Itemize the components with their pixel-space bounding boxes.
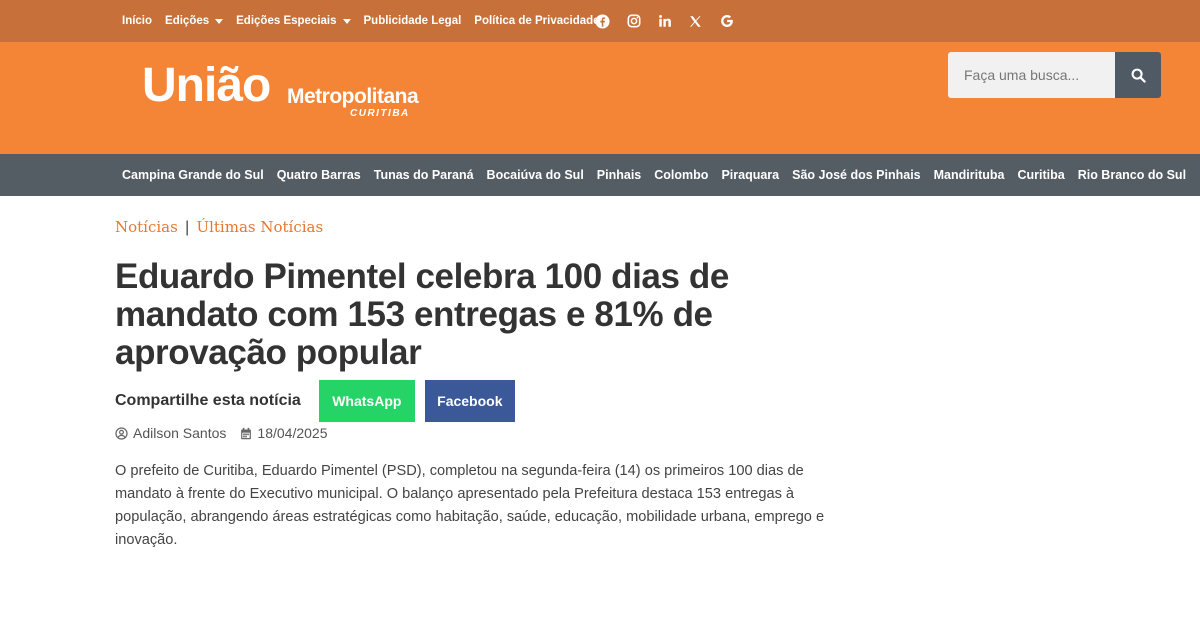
topnav-item-label: Política de Privacidade — [474, 15, 600, 27]
chevron-down-icon — [215, 18, 224, 24]
topnav-item-politica-privacidade[interactable]: Política de Privacidade — [474, 15, 599, 27]
city-nav-item[interactable]: Mandirituba — [934, 168, 1005, 182]
facebook-icon[interactable] — [595, 13, 610, 29]
search-input[interactable] — [948, 52, 1115, 98]
city-nav-list: Campina Grande do Sul Quatro Barras Tuna… — [122, 154, 1199, 196]
top-bar: Início Edições Edições Especiais Publici… — [0, 0, 1200, 42]
article-date: 18/04/2025 — [257, 425, 328, 441]
breadcrumb-link-ultimas-noticias[interactable]: Últimas Notícias — [196, 218, 323, 236]
logo-main-text: União — [142, 59, 271, 112]
search-button[interactable] — [1115, 52, 1161, 98]
chevron-down-icon — [342, 18, 351, 24]
instagram-icon[interactable] — [626, 14, 641, 29]
top-nav: Início Edições Edições Especiais Publici… — [122, 0, 613, 42]
facebook-share-button[interactable]: Facebook — [424, 380, 515, 422]
logo-sub-text: Metropolitana — [287, 85, 419, 108]
search-icon — [1131, 68, 1146, 83]
city-nav: Campina Grande do Sul Quatro Barras Tuna… — [0, 154, 1200, 196]
city-nav-item[interactable]: Colombo — [654, 168, 708, 182]
article-title: Eduardo Pimentel celebra 100 dias de man… — [115, 257, 729, 372]
breadcrumb: Notícias | Últimas Notícias — [115, 218, 323, 236]
article-body: O prefeito de Curitiba, Eduardo Pimentel… — [115, 463, 825, 548]
breadcrumb-link-noticias[interactable]: Notícias — [115, 218, 178, 236]
logo-city-text: CURITIBA — [350, 108, 410, 119]
site-header: União Metropolitana CURITIBA — [0, 42, 1200, 154]
city-nav-item[interactable]: Pinhais — [597, 168, 641, 182]
search-form — [948, 52, 1161, 98]
social-links — [595, 0, 750, 42]
breadcrumb-separator: | — [184, 218, 190, 236]
city-nav-item[interactable]: Curitiba — [1017, 168, 1064, 182]
topnav-item-label: Edições Especiais — [236, 15, 337, 27]
topnav-item-label: Edições — [165, 15, 210, 27]
whatsapp-share-button[interactable]: WhatsApp — [318, 380, 415, 422]
article-author[interactable]: Adilson Santos — [133, 425, 226, 441]
article-meta: Adilson Santos 18/04/2025 — [115, 424, 327, 442]
share-bar: Compartilhe esta notícia WhatsApp Facebo… — [115, 380, 515, 422]
linkedin-icon[interactable] — [657, 14, 672, 29]
topnav-item-inicio[interactable]: Início — [122, 15, 152, 27]
share-label: Compartilhe esta notícia — [115, 392, 301, 409]
topnav-item-label: Início — [122, 15, 153, 27]
city-nav-item[interactable]: Tunas do Paraná — [374, 168, 474, 182]
topnav-item-edicoes-especiais[interactable]: Edições Especiais — [236, 15, 351, 27]
topnav-item-edicoes[interactable]: Edições — [165, 15, 224, 27]
google-icon[interactable] — [719, 14, 734, 29]
user-icon — [115, 426, 128, 440]
city-nav-item[interactable]: São José dos Pinhais — [792, 168, 921, 182]
topnav-item-label: Publicidade Legal — [363, 15, 462, 27]
city-nav-item[interactable]: Campina Grande do Sul — [122, 168, 264, 182]
city-nav-item[interactable]: Quatro Barras — [277, 168, 361, 182]
city-nav-item[interactable]: Rio Branco do Sul — [1078, 168, 1186, 182]
city-nav-item[interactable]: Bocaiúva do Sul — [487, 168, 584, 182]
city-nav-item[interactable]: Piraquara — [721, 168, 779, 182]
topnav-item-publicidade-legal[interactable]: Publicidade Legal — [364, 15, 462, 27]
x-icon[interactable] — [688, 14, 703, 29]
calendar-icon — [240, 427, 252, 440]
site-logo[interactable]: União Metropolitana CURITIBA — [142, 58, 432, 138]
